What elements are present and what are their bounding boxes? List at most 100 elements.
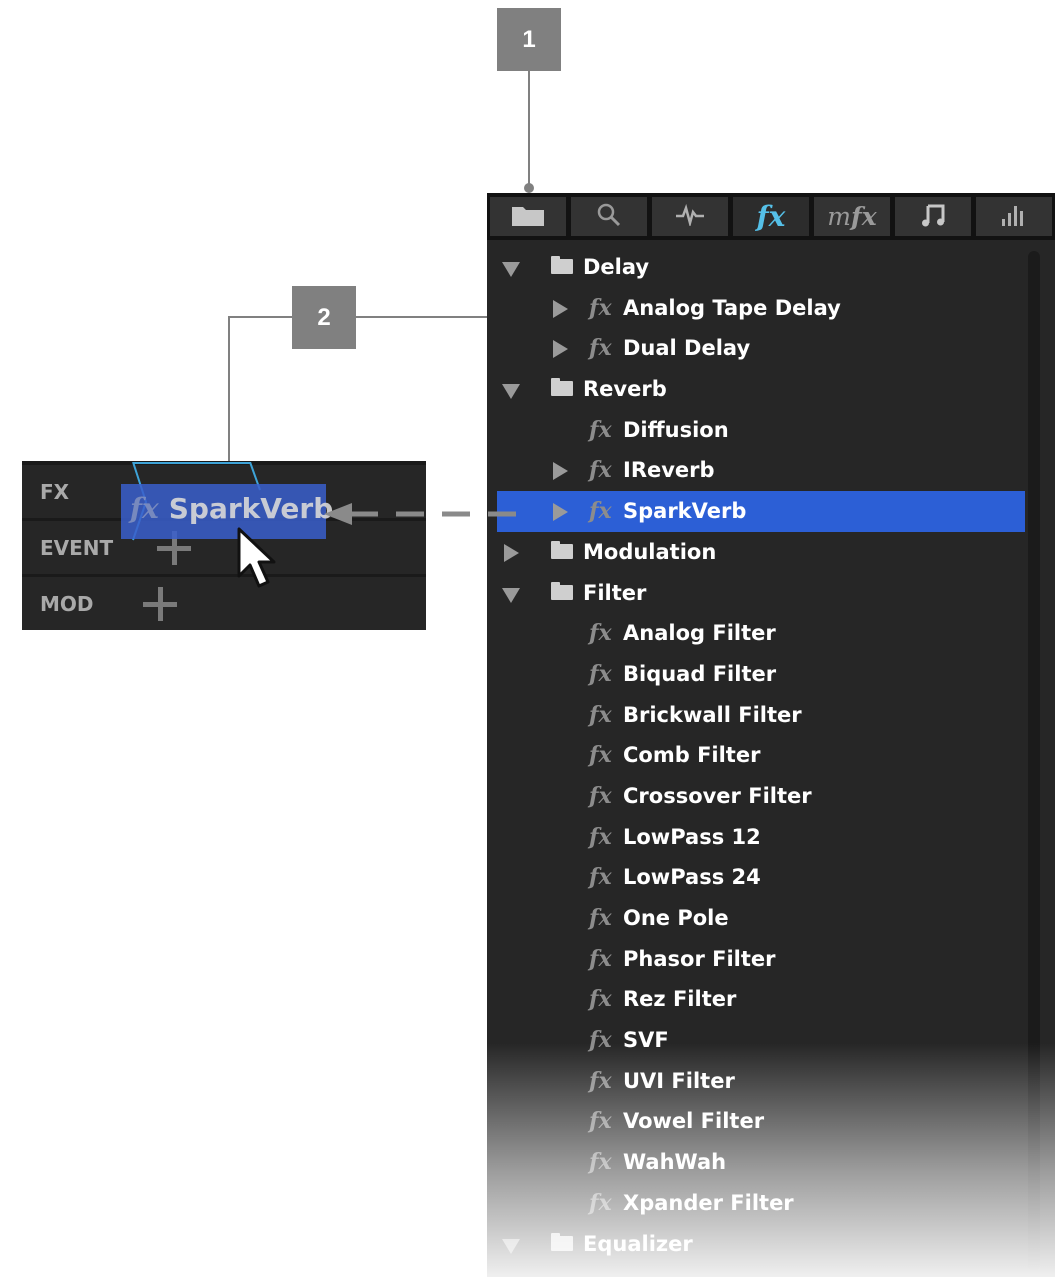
tree-fx-row[interactable]: fx LowPass 24	[497, 857, 1025, 898]
tree-fx-label: Crossover Filter	[623, 783, 812, 808]
tree-fx-row[interactable]: fx Xpander Filter	[497, 1183, 1025, 1224]
browser-panel: fx mfx Delay fx Analog Tape Delay fx Dual De…	[487, 193, 1055, 1277]
tree-folder-row[interactable]: Delay	[497, 247, 1025, 288]
tree-fx-label: UVI Filter	[623, 1068, 735, 1093]
tree-fx-row[interactable]: fx Analog Filter	[497, 613, 1025, 654]
callout-2-leader-top	[228, 316, 292, 318]
tree-fx-row[interactable]: fx LowPass 12	[497, 817, 1025, 858]
expand-arrow-down-icon[interactable]	[502, 262, 520, 277]
fx-icon: fx	[589, 905, 612, 931]
tree-fx-label: Brickwall Filter	[623, 702, 802, 727]
callout-2: 2	[292, 286, 356, 349]
expand-arrow-down-icon[interactable]	[502, 587, 520, 603]
tab-music[interactable]	[895, 197, 971, 236]
folder-icon	[551, 378, 573, 397]
tree-fx-row[interactable]: fx Biquad Filter	[497, 654, 1025, 695]
tree-folder-row[interactable]: Reverb	[497, 369, 1025, 410]
fx-icon: fx	[589, 335, 612, 362]
tree-fx-label: Vowel Filter	[623, 1109, 765, 1134]
tree-fx-label: WahWah	[623, 1150, 727, 1175]
folder-icon	[551, 540, 573, 559]
tree-fx-label: Phasor Filter	[623, 946, 776, 971]
tree-folder-label: Modulation	[583, 539, 717, 564]
tree-fx-label: SparkVerb	[623, 499, 747, 524]
tree-fx-label: Rez Filter	[623, 987, 737, 1012]
folder-icon	[551, 1232, 573, 1251]
slot-label-event: EVENT	[40, 536, 114, 560]
tree-folder-row[interactable]: Modulation	[497, 532, 1025, 573]
folder-icon	[551, 581, 573, 600]
search-icon	[596, 202, 622, 232]
bars-icon	[1000, 203, 1028, 231]
drag-arrow	[324, 503, 524, 525]
tree-fx-row[interactable]: fx One Pole	[497, 898, 1025, 939]
tree-fx-label: One Pole	[623, 906, 729, 930]
tree-folder-label: Reverb	[583, 377, 667, 402]
fx-icon: fx	[589, 1108, 612, 1135]
music-note-icon	[921, 202, 945, 232]
browser-tab-bar: fx mfx	[487, 193, 1055, 240]
tab-mfx[interactable]: mfx	[814, 197, 890, 236]
tree-folder-row[interactable]: Filter	[497, 573, 1025, 614]
mouse-cursor-icon	[237, 527, 276, 588]
mfx-icon: mfx	[827, 202, 876, 231]
tree-fx-row[interactable]: fx Comb Filter	[497, 735, 1025, 776]
tree-fx-row[interactable]: fx UVI Filter	[497, 1061, 1025, 1102]
add-mod-icon[interactable]	[143, 587, 177, 621]
tree-fx-row[interactable]: fx Analog Tape Delay	[497, 288, 1025, 329]
tree-fx-row[interactable]: fx SparkVerb	[497, 491, 1025, 532]
tab-folders[interactable]	[490, 197, 566, 236]
fx-icon: fx	[589, 620, 612, 647]
tree-fx-label: Diffusion	[623, 417, 729, 442]
tab-search[interactable]	[571, 197, 647, 236]
fx-icon: fx	[589, 782, 612, 809]
tree-fx-row[interactable]: fx Crossover Filter	[497, 776, 1025, 817]
callout-1-dot	[524, 183, 534, 193]
tab-waveform[interactable]	[652, 197, 728, 236]
tree-folder-row[interactable]: Equalizer	[497, 1224, 1025, 1265]
fx-icon: fx	[589, 457, 612, 484]
expand-arrow-down-icon[interactable]	[502, 384, 520, 400]
tree-fx-row[interactable]: fx SVF	[497, 1020, 1025, 1061]
expand-arrow-right-icon[interactable]	[553, 299, 568, 318]
fx-icon: fx	[756, 200, 786, 233]
expand-arrow-right-icon[interactable]	[553, 503, 568, 522]
tree-fx-label: LowPass 12	[623, 824, 761, 849]
fx-tree: Delay fx Analog Tape Delay fx Dual Delay Reve…	[497, 247, 1025, 1264]
tree-folder-label: Equalizer	[583, 1231, 693, 1256]
tab-fx[interactable]: fx	[733, 197, 809, 236]
tree-scrollbar[interactable]	[1028, 251, 1040, 1271]
fx-icon: fx	[589, 498, 612, 525]
fx-icon: fx	[589, 701, 612, 728]
slot-label-fx: FX	[40, 480, 70, 504]
slot-row-mod[interactable]: MOD	[22, 577, 426, 630]
folder-icon	[551, 256, 573, 274]
tree-fx-label: SVF	[623, 1028, 669, 1053]
tree-fx-row[interactable]: fx Dual Delay	[497, 328, 1025, 369]
expand-arrow-right-icon[interactable]	[553, 462, 568, 481]
tree-fx-row[interactable]: fx Brickwall Filter	[497, 695, 1025, 736]
tab-meters[interactable]	[976, 197, 1052, 236]
tree-fx-row[interactable]: fx Vowel Filter	[497, 1101, 1025, 1142]
tree-fx-row[interactable]: fx IReverb	[497, 450, 1025, 491]
fx-icon: fx	[589, 1027, 612, 1054]
fx-icon: fx	[589, 945, 612, 972]
tree-fx-row[interactable]: fx Rez Filter	[497, 979, 1025, 1020]
expand-arrow-right-icon[interactable]	[553, 340, 568, 359]
fx-icon: fx	[589, 823, 612, 850]
tree-fx-label: IReverb	[623, 458, 715, 483]
expand-arrow-down-icon[interactable]	[502, 1238, 520, 1254]
drag-fx-glyph: fx	[130, 492, 159, 525]
folder-icon	[511, 203, 545, 231]
tree-fx-row[interactable]: fx Phasor Filter	[497, 939, 1025, 980]
tree-fx-label: LowPass 24	[623, 865, 761, 890]
tree-fx-label: Xpander Filter	[623, 1190, 794, 1215]
mfx-fx: fx	[851, 202, 877, 231]
tree-fx-row[interactable]: fx WahWah	[497, 1142, 1025, 1183]
tree-fx-label: Analog Filter	[623, 621, 776, 646]
expand-arrow-right-icon[interactable]	[504, 543, 519, 562]
fx-icon: fx	[589, 660, 612, 687]
mfx-m: m	[827, 202, 852, 231]
tree-fx-row[interactable]: fx Diffusion	[497, 410, 1025, 451]
tree-fx-label: Comb Filter	[623, 743, 761, 768]
